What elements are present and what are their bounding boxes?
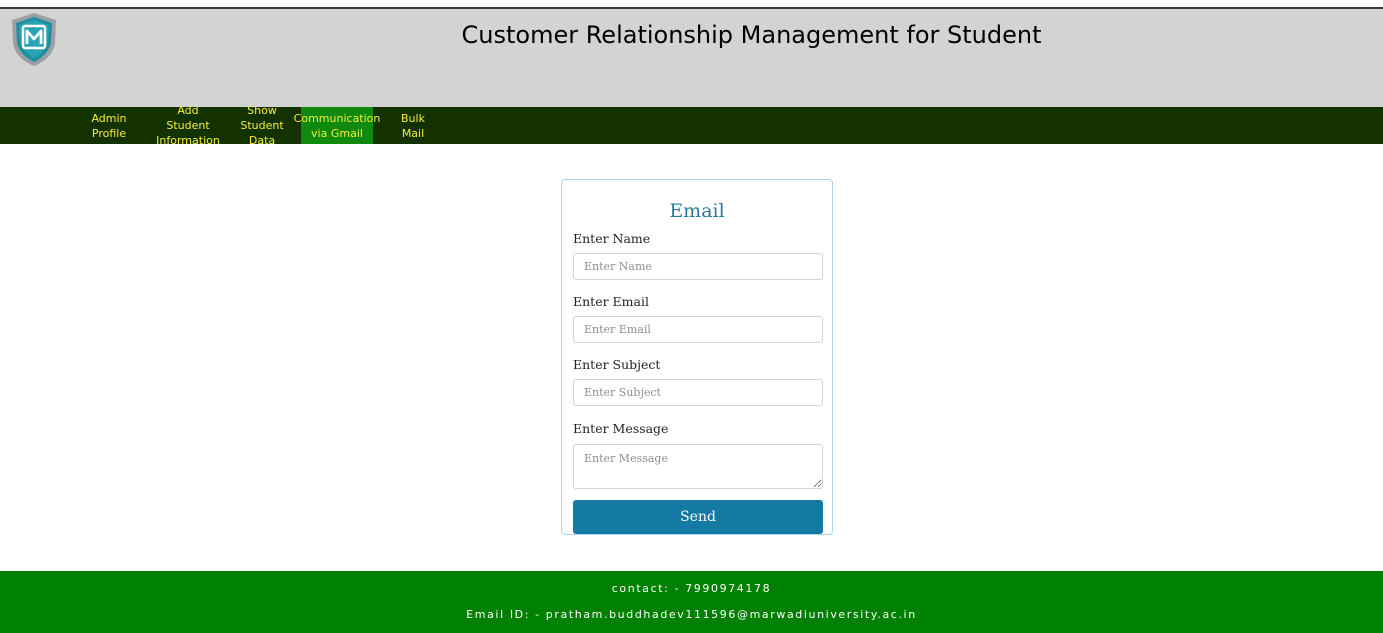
nav-item-label: Profile [91,126,127,140]
message-label: Enter Message [573,421,669,436]
nav-item-add-student-information[interactable]: Add Student Information [154,104,222,147]
subject-label: Enter Subject [573,357,661,372]
nav-item-communication-via-gmail[interactable]: Communication via Gmail [294,107,380,144]
nav-item-label: Communication [293,111,381,125]
page-title: Customer Relationship Management for Stu… [461,21,1042,49]
page-header: Customer Relationship Management for Stu… [0,9,1383,107]
email-form-card: Email Enter Name Enter Email Enter Subje… [561,179,833,535]
nav-item-label: Add Student [166,104,210,132]
email-label: Enter Email [573,294,649,309]
nav-item-label: Mail [401,126,425,140]
name-label: Enter Name [573,231,651,246]
nav-item-label: Information [156,134,220,147]
nav-item-bulk-mail[interactable]: Bulk Mail [396,107,430,144]
email-input[interactable] [573,316,823,343]
name-input[interactable] [573,253,823,280]
nav-item-show-student-data[interactable]: Show Student Data [226,104,298,147]
page-footer: contact: - 7990974178 Email ID: - pratha… [0,571,1383,633]
subject-input[interactable] [573,379,823,406]
footer-email: Email ID: - pratham.buddhadev111596@marw… [466,608,917,621]
send-button[interactable]: Send [573,500,823,534]
nav-item-label: Admin [91,111,127,125]
main-navigation: Admin Profile Add Student Information Show… [0,104,1383,147]
nav-item-label: Data [248,134,276,147]
nav-item-label: Show Student [240,104,284,132]
nav-item-label: via Gmail [311,126,363,140]
nav-item-label: Bulk [401,111,425,125]
message-textarea[interactable] [573,444,823,489]
form-title: Email [669,200,725,222]
footer-contact: contact: - 7990974178 [611,582,772,595]
nav-item-admin-profile[interactable]: Admin Profile [91,107,127,144]
